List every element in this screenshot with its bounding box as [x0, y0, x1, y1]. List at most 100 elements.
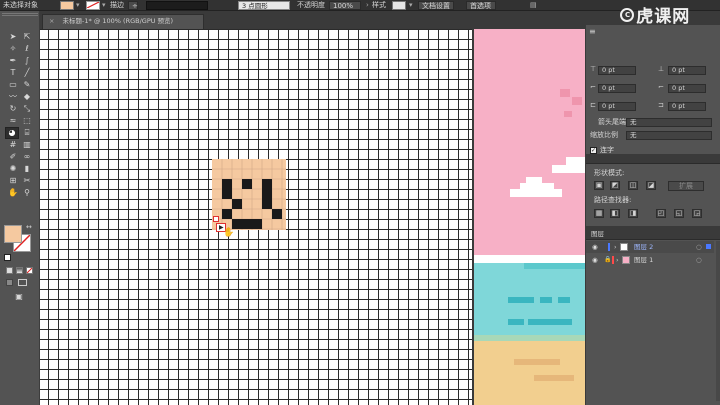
gradient-tool-icon[interactable]: ▥ [21, 139, 33, 150]
swap-fill-stroke-icon[interactable]: ↔ [26, 223, 32, 231]
visibility-eye-icon[interactable]: ◉ [592, 254, 598, 266]
layer-row[interactable]: ◉ › 图层 2 ○ [586, 241, 714, 253]
doc-setup-button[interactable]: 文档设置 [418, 1, 454, 10]
selection-tool-icon[interactable]: ➤ [7, 31, 19, 42]
stroke-field-4[interactable]: 0 pt [668, 84, 706, 93]
selection-status: 未选择对象 [3, 1, 38, 9]
chevron-down-icon[interactable]: ▾ [409, 1, 413, 10]
draw-inside-icon[interactable] [18, 279, 27, 286]
document-tab-bar: × 未标题-1* @ 100% (RGB/GPU 预览) [40, 11, 585, 29]
lasso-tool-icon[interactable]: ℓ [21, 43, 33, 54]
fill-swatch[interactable] [4, 225, 22, 243]
scale-tool-icon[interactable]: ⤡ [21, 103, 33, 114]
variable-width-profile-dropdown[interactable] [146, 1, 208, 10]
unite-icon[interactable]: ▣ [594, 181, 604, 190]
perspective-tool-icon[interactable]: ⌸ [21, 127, 33, 138]
draw-normal-icon[interactable] [6, 279, 13, 286]
rotate-tool-icon[interactable]: ↻ [7, 103, 19, 114]
target-icon[interactable]: ○ [696, 254, 702, 266]
shape-builder-tool-icon[interactable]: ◕ [5, 127, 19, 139]
trim-icon[interactable]: ◧ [610, 209, 620, 218]
eraser-tool-icon[interactable]: ◆ [21, 91, 33, 102]
opacity-input[interactable]: 100% [329, 1, 361, 10]
pen-tool-icon[interactable]: ✒ [7, 55, 19, 66]
tools-panel: ➤ ⇱ ✧ ℓ ✒ ∫ T ╱ ▭ ✎ 〰 ◆ ↻ ⤡ ≈ ⬚ ◕ ⌸ # ▥ … [0, 11, 40, 405]
selection-indicator[interactable] [706, 244, 711, 249]
rectangle-tool-icon[interactable]: ▭ [7, 79, 19, 90]
layer-name[interactable]: 图层 1 [634, 254, 653, 266]
symbol-sprayer-tool-icon[interactable]: ✺ [7, 163, 19, 174]
merge-icon[interactable]: ◨ [628, 209, 638, 218]
layer-row[interactable]: ◉ 🔒 › 图层 1 ○ [586, 254, 714, 266]
layer-color-bar [608, 243, 610, 251]
expand-button[interactable]: 扩展 [668, 181, 704, 191]
line-tool-icon[interactable]: ╱ [21, 67, 33, 78]
pathfinder-panel-tabs[interactable] [586, 154, 720, 164]
default-fill-stroke-icon[interactable] [4, 254, 11, 261]
intersect-icon[interactable]: ◫ [628, 181, 638, 190]
direct-selection-tool-icon[interactable]: ⇱ [21, 31, 33, 42]
stroke-color-swatch[interactable] [86, 1, 100, 10]
style-swatch[interactable] [392, 1, 406, 10]
scale-dropdown[interactable]: 无 [626, 131, 712, 140]
crop-icon[interactable]: ◰ [656, 209, 666, 218]
blend-tool-icon[interactable]: ∞ [21, 151, 33, 162]
brand-logo-text: 虎课网 [636, 7, 691, 27]
sand-detail [514, 359, 560, 365]
eyedropper-tool-icon[interactable]: ✐ [7, 151, 19, 162]
preferences-button[interactable]: 首选项 [466, 1, 496, 10]
stroke-field-5[interactable]: 0 pt [598, 102, 636, 111]
divide-icon[interactable]: ▦ [594, 209, 604, 218]
gradient-mode-icon[interactable] [16, 267, 23, 274]
layers-scrollbar[interactable] [716, 241, 720, 401]
hand-tool-icon[interactable]: ✋ [7, 187, 19, 198]
artboard-tool-icon[interactable]: ⊞ [7, 175, 19, 186]
chevron-right-icon[interactable]: › [366, 1, 369, 10]
target-icon[interactable]: ○ [696, 241, 702, 253]
slice-tool-icon[interactable]: ✂ [21, 175, 33, 186]
arrowhead-dropdown[interactable]: 无 [626, 118, 712, 127]
hyphen-checkbox[interactable]: ✓ [590, 147, 597, 154]
mesh-tool-icon[interactable]: # [7, 139, 19, 150]
type-tool-icon[interactable]: T [7, 67, 19, 78]
bottom-align-icon: ⊥ [658, 65, 665, 73]
color-mode-icon[interactable] [6, 267, 13, 274]
document-tab[interactable]: × 未标题-1* @ 100% (RGB/GPU 预览) [42, 14, 204, 29]
curvature-tool-icon[interactable]: ∫ [21, 55, 33, 66]
chevron-down-icon[interactable]: ▾ [76, 1, 80, 10]
expand-arrow-icon[interactable]: › [614, 241, 617, 253]
minus-back-icon[interactable]: ◲ [692, 209, 702, 218]
close-tab-icon[interactable]: × [49, 17, 54, 25]
width-tool-icon[interactable]: ≈ [7, 115, 19, 126]
arrange-icon[interactable]: ▤ [530, 1, 537, 10]
outline-icon[interactable]: ◱ [674, 209, 684, 218]
layer-name[interactable]: 图层 2 [634, 241, 653, 253]
screen-mode-icon[interactable]: ▣ [13, 291, 25, 302]
exclude-icon[interactable]: ◪ [646, 181, 656, 190]
magic-wand-tool-icon[interactable]: ✧ [7, 43, 19, 54]
visibility-eye-icon[interactable]: ◉ [592, 241, 598, 253]
stroke-field-6[interactable]: 0 pt [668, 102, 706, 111]
paintbrush-tool-icon[interactable]: ✎ [21, 79, 33, 90]
column-graph-tool-icon[interactable]: ▮ [21, 163, 33, 174]
layers-panel-title[interactable]: 图层 [591, 228, 604, 238]
brush-dropdown[interactable]: 3 点圆形 [238, 1, 290, 10]
lock-icon[interactable]: 🔒 [604, 254, 611, 266]
stroke-field-1[interactable]: 0 pt [598, 66, 636, 75]
tiger-logo-icon: C [620, 7, 634, 22]
minus-front-icon[interactable]: ◩ [610, 181, 620, 190]
stroke-field-3[interactable]: 0 pt [598, 84, 636, 93]
free-transform-tool-icon[interactable]: ⬚ [21, 115, 33, 126]
expand-arrow-icon[interactable]: › [616, 254, 619, 266]
stroke-weight-stepper[interactable]: ÷ [128, 1, 138, 10]
toolbar-grip[interactable] [2, 13, 38, 16]
zoom-tool-icon[interactable]: ⚲ [21, 187, 33, 198]
wave [540, 297, 552, 303]
shaper-tool-icon[interactable]: 〰 [7, 91, 19, 102]
fill-color-swatch[interactable] [60, 1, 74, 10]
wave [528, 319, 572, 325]
none-mode-icon[interactable] [26, 267, 33, 274]
cap-style-icon[interactable]: ≡ [589, 27, 599, 36]
chevron-down-icon[interactable]: ▾ [102, 1, 106, 10]
stroke-field-2[interactable]: 0 pt [668, 66, 706, 75]
